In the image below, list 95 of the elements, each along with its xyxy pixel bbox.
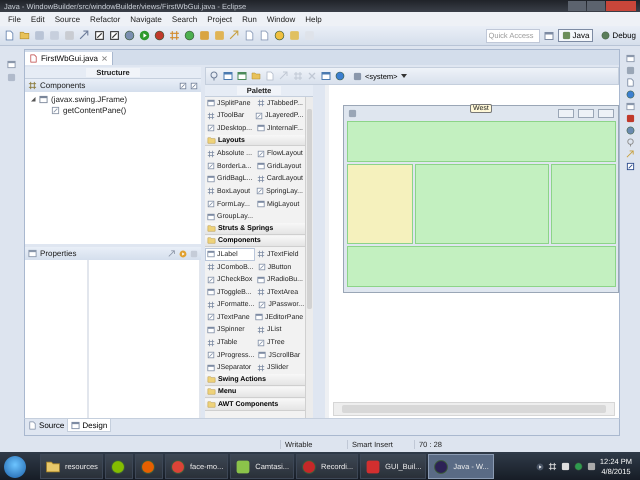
component-icon — [207, 99, 215, 108]
scrollbar[interactable] — [305, 97, 313, 418]
frame-icon — [39, 95, 48, 104]
component-icon — [207, 187, 215, 196]
component-icon — [207, 250, 215, 258]
component-icon — [207, 300, 215, 309]
close-button[interactable] — [598, 108, 614, 118]
component-icon — [256, 174, 265, 183]
component-icon — [207, 338, 215, 347]
editor-mode-tab[interactable]: Source — [25, 419, 68, 432]
perspective-button[interactable]: Java — [558, 29, 594, 42]
component-icon — [207, 351, 215, 360]
component-icon — [207, 150, 215, 158]
caret-icon — [400, 74, 407, 78]
design-icon — [71, 420, 80, 430]
component-icon — [207, 174, 215, 183]
pin-icon[interactable] — [209, 71, 219, 81]
preview-icon[interactable] — [321, 71, 331, 81]
component-icon — [257, 338, 265, 347]
component-icon — [207, 124, 215, 132]
menu-item[interactable]: Navigate — [125, 14, 167, 24]
component-icon — [207, 263, 215, 272]
panel-icon — [51, 106, 60, 115]
component-icon — [255, 112, 263, 120]
component-icon — [256, 187, 264, 196]
component-icon — [257, 326, 265, 334]
grid-icon[interactable] — [169, 30, 180, 41]
folder-icon[interactable] — [251, 71, 261, 81]
components-title: Components — [40, 81, 86, 90]
component-icon — [256, 99, 265, 108]
menu-item[interactable]: Project — [202, 14, 238, 24]
component-icon — [257, 162, 265, 170]
maximize-button[interactable] — [578, 108, 594, 118]
restore-icon[interactable] — [626, 54, 634, 63]
component-icon — [207, 276, 215, 284]
component-icon — [256, 276, 265, 284]
close-icon[interactable] — [100, 55, 108, 62]
restore-icon[interactable] — [626, 102, 634, 111]
component-icon — [256, 124, 265, 132]
component-icon — [258, 263, 266, 272]
component-icon — [257, 250, 265, 258]
expanded-arrow-icon[interactable] — [31, 97, 36, 102]
java-file-icon — [29, 54, 38, 63]
task-icon[interactable] — [626, 78, 634, 87]
component-icon — [207, 112, 215, 120]
document-icon[interactable] — [259, 30, 270, 41]
component-icon — [207, 288, 215, 296]
component-icon — [257, 200, 265, 208]
menu-item[interactable]: Refactor — [85, 14, 126, 24]
expand-all-icon[interactable] — [179, 82, 187, 90]
folder-icon[interactable] — [19, 30, 30, 41]
menu-item[interactable]: Window — [262, 14, 300, 24]
taskbar-button[interactable] — [104, 454, 133, 479]
document-icon[interactable] — [244, 30, 255, 41]
folder-icon — [207, 136, 216, 145]
menu-item[interactable]: Help — [300, 14, 327, 24]
component-icon — [257, 288, 265, 296]
document-icon[interactable] — [265, 71, 275, 81]
component-icon — [207, 200, 215, 208]
edit-box-icon[interactable] — [94, 30, 105, 41]
tree-item[interactable]: (javax.swing.JFrame) — [51, 95, 128, 104]
component-icon — [258, 300, 266, 309]
menu-item[interactable]: Search — [166, 14, 202, 24]
start-button[interactable] — [4, 456, 26, 478]
source-icon — [28, 421, 37, 430]
properties-title: Properties — [40, 249, 78, 258]
component-icon — [207, 364, 215, 372]
tree-icon — [28, 81, 37, 90]
component-icon — [207, 212, 215, 221]
collapse-all-icon[interactable] — [190, 82, 198, 90]
minimize-button[interactable] — [558, 108, 574, 118]
editor-mode-tab[interactable]: Design — [67, 419, 112, 432]
goto-definition-icon[interactable] — [179, 250, 187, 258]
menu-item[interactable]: File — [3, 14, 26, 24]
component-icon — [257, 364, 265, 372]
menu-item[interactable]: Edit — [26, 14, 50, 24]
component-icon — [255, 313, 263, 322]
menu-item[interactable]: Run — [237, 14, 262, 24]
component-icon — [207, 313, 215, 322]
edit-box-icon[interactable] — [109, 30, 120, 41]
scrollbar[interactable] — [333, 402, 615, 416]
editor-tab[interactable]: FirstWbGui.java — [25, 52, 113, 65]
run-icon[interactable] — [139, 30, 150, 41]
taskbar-button[interactable] — [134, 454, 163, 479]
restore-icon[interactable] — [6, 60, 16, 69]
component-icon — [257, 150, 265, 158]
tree-item[interactable]: getContentPane() — [63, 106, 126, 115]
open-perspective-icon[interactable] — [544, 30, 554, 40]
component-icon — [258, 351, 266, 360]
component-icon — [207, 326, 215, 334]
component-icon — [207, 162, 215, 170]
new-file-icon[interactable] — [4, 30, 15, 41]
menu-item[interactable]: Source — [50, 14, 86, 24]
properties-icon — [28, 249, 37, 258]
perspective-button[interactable]: Debug — [597, 29, 640, 42]
